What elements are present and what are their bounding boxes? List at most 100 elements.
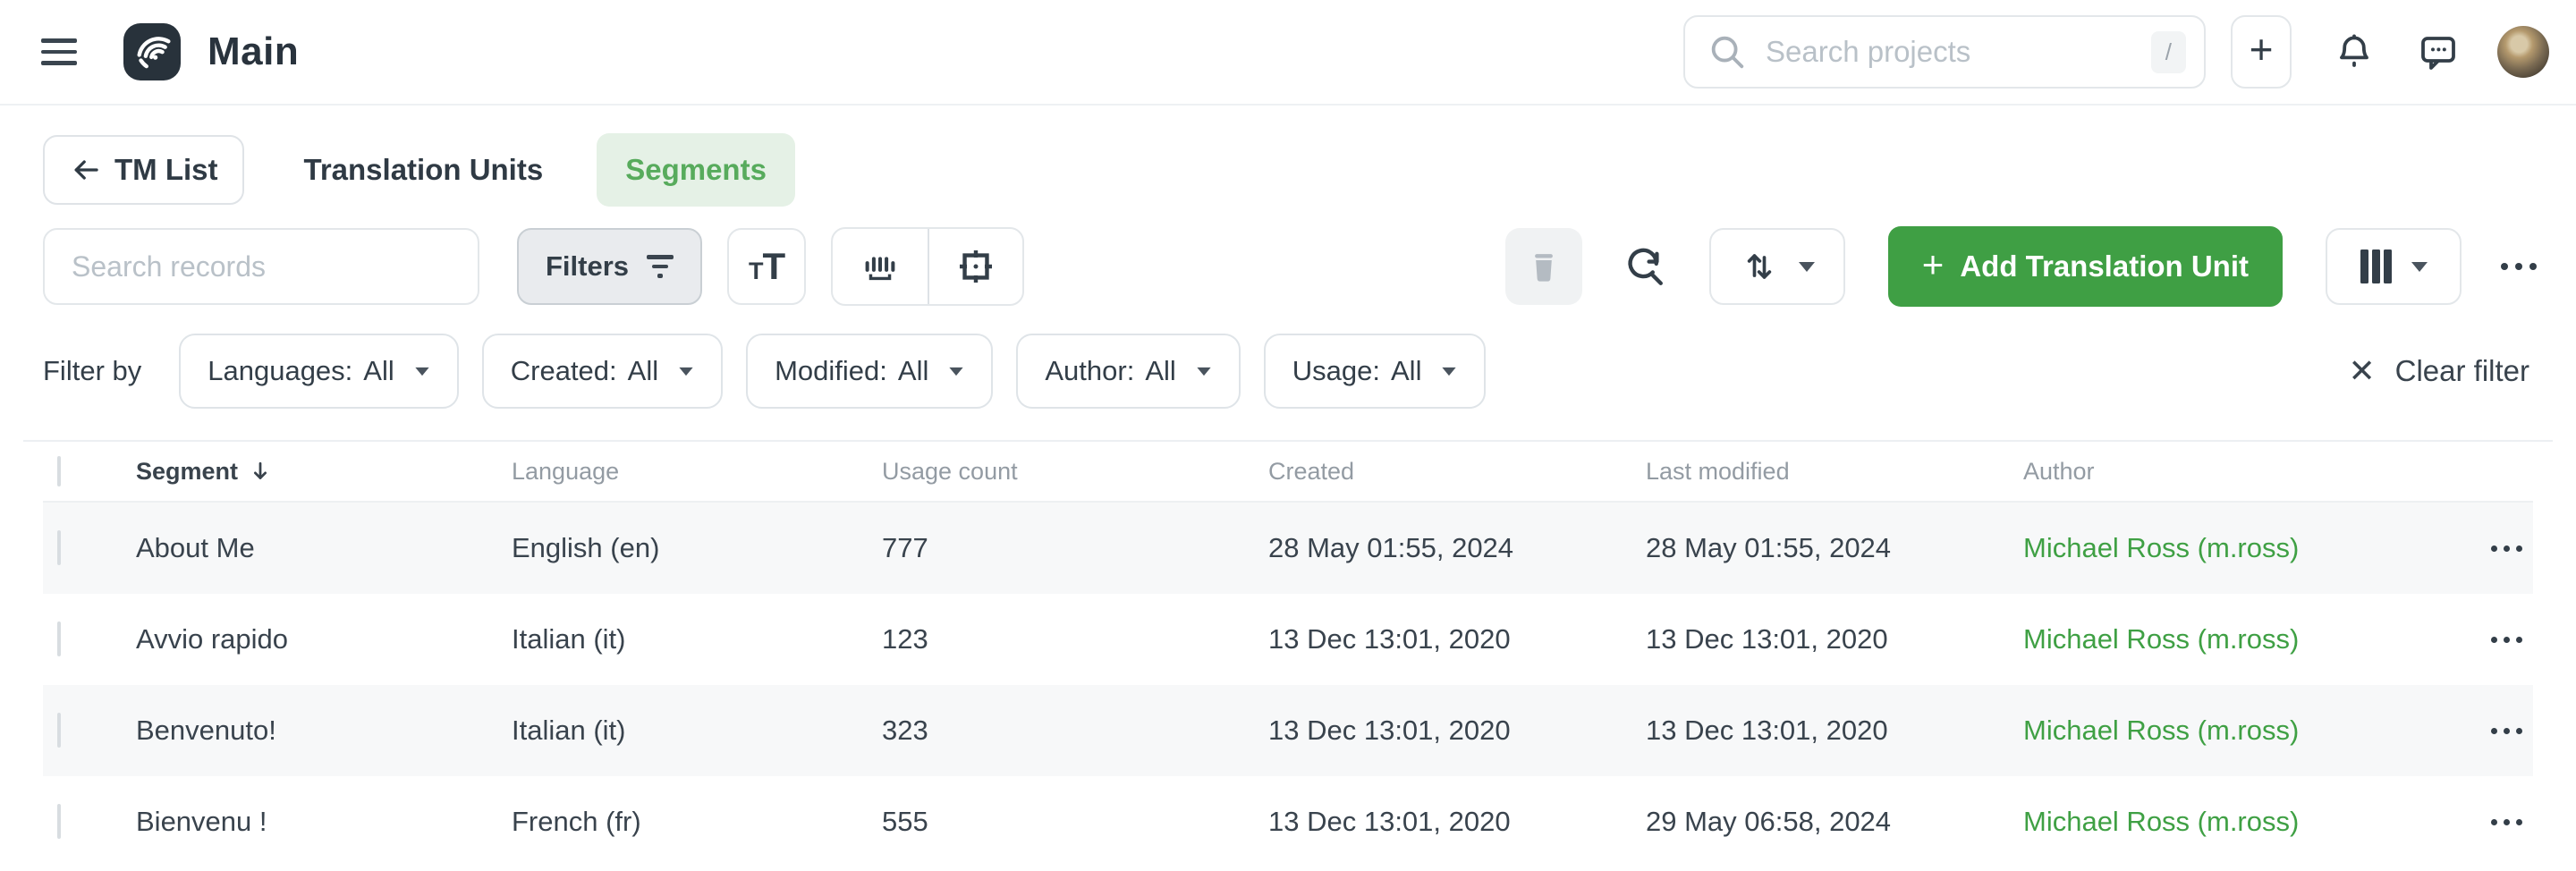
filter-name: Created: — [511, 355, 617, 387]
filter-value: All — [363, 355, 394, 387]
clear-filter-button[interactable]: ✕ Clear filter — [2348, 354, 2529, 388]
table-body: About Me English (en) 777 28 May 01:55, … — [0, 503, 2576, 867]
filter-value: All — [1391, 355, 1421, 387]
user-avatar[interactable] — [2497, 26, 2549, 78]
columns-button[interactable] — [2326, 228, 2462, 305]
table-row[interactable]: About Me English (en) 777 28 May 01:55, … — [43, 503, 2533, 594]
add-translation-unit-label: Add Translation Unit — [1960, 249, 2249, 283]
logo-shell-icon — [132, 32, 172, 72]
row-checkbox[interactable] — [57, 530, 61, 565]
view-options-group — [831, 227, 1024, 306]
more-actions-button[interactable] — [2501, 263, 2537, 270]
back-label: TM List — [114, 153, 217, 187]
column-header-last-modified[interactable]: Last modified — [1646, 458, 2023, 486]
cell-last-modified: 13 Dec 13:01, 2020 — [1646, 623, 2023, 655]
row-checkbox[interactable] — [57, 804, 61, 839]
add-project-button[interactable]: + — [2231, 15, 2292, 89]
filter-created-dropdown[interactable]: Created: All — [482, 334, 723, 409]
cell-author-link[interactable]: Michael Ross (m.ross) — [2023, 532, 2415, 564]
table-row[interactable]: Benvenuto! Italian (it) 323 13 Dec 13:01… — [43, 685, 2533, 776]
tab-translation-units[interactable]: Translation Units — [303, 153, 543, 187]
arrow-left-icon — [70, 154, 102, 186]
delete-selected-button[interactable] — [1505, 228, 1582, 305]
page-title: Main — [208, 30, 299, 74]
filter-value: All — [1145, 355, 1175, 387]
cell-last-modified: 13 Dec 13:01, 2020 — [1646, 715, 2023, 747]
plus-icon: + — [2250, 29, 2274, 70]
cell-language: English (en) — [512, 532, 882, 564]
cell-author-link[interactable]: Michael Ross (m.ross) — [2023, 623, 2415, 655]
chat-icon — [2417, 30, 2460, 73]
topbar: Main Search projects / + — [0, 0, 2576, 106]
notifications-button[interactable] — [2333, 30, 2376, 73]
filter-name: Usage: — [1292, 355, 1380, 387]
chevron-down-icon — [1799, 262, 1815, 272]
table-row[interactable]: Avvio rapido Italian (it) 123 13 Dec 13:… — [43, 594, 2533, 685]
column-header-segment[interactable]: Segment — [136, 458, 512, 486]
tab-segments[interactable]: Segments — [597, 133, 795, 207]
placeholders-button[interactable] — [928, 229, 1022, 304]
focus-frame-icon — [955, 246, 996, 287]
row-more-actions-button[interactable] — [2491, 545, 2522, 552]
trash-icon — [1524, 247, 1563, 286]
row-checkbox[interactable] — [57, 713, 61, 748]
search-placeholder: Search projects — [1766, 35, 2151, 69]
ellipsis-icon — [2501, 263, 2537, 270]
cell-usage-count: 323 — [882, 715, 1268, 747]
show-invisibles-button[interactable] — [833, 229, 928, 304]
records-toolbar: Filters TT — [0, 206, 2576, 306]
cell-usage-count: 123 — [882, 623, 1268, 655]
text-case-button[interactable]: TT — [727, 228, 806, 305]
chevron-down-icon — [950, 367, 963, 375]
column-header-language[interactable]: Language — [512, 458, 882, 486]
filter-value: All — [628, 355, 658, 387]
select-all-checkbox[interactable] — [57, 456, 61, 486]
back-to-tm-list-button[interactable]: TM List — [43, 135, 244, 205]
cell-created: 13 Dec 13:01, 2020 — [1268, 806, 1646, 838]
row-more-actions-button[interactable] — [2491, 637, 2522, 643]
sort-desc-icon — [247, 458, 274, 485]
column-header-author[interactable]: Author — [2023, 458, 2415, 486]
columns-icon — [2360, 249, 2392, 283]
row-checkbox[interactable] — [57, 622, 61, 656]
cell-author-link[interactable]: Michael Ross (m.ross) — [2023, 806, 2415, 838]
filter-languages-dropdown[interactable]: Languages: All — [179, 334, 459, 409]
cell-language: French (fr) — [512, 806, 882, 838]
chevron-down-icon — [415, 367, 428, 375]
table-row[interactable]: Bienvenu ! French (fr) 555 13 Dec 13:01,… — [43, 776, 2533, 867]
filters-button[interactable]: Filters — [517, 228, 702, 305]
replace-icon — [1622, 244, 1666, 289]
cell-segment: Bienvenu ! — [136, 806, 512, 838]
search-records-input[interactable] — [43, 228, 479, 305]
filter-bar: Filter by Languages: All Created: All Mo… — [0, 306, 2576, 410]
cell-segment: Avvio rapido — [136, 623, 512, 655]
sort-button[interactable] — [1709, 228, 1845, 305]
column-header-usage-count[interactable]: Usage count — [882, 458, 1268, 486]
segments-table: Segment Language Usage count Created Las… — [0, 440, 2576, 867]
filter-value: All — [898, 355, 928, 387]
search-projects-input[interactable]: Search projects / — [1683, 15, 2206, 89]
filter-name: Modified: — [775, 355, 887, 387]
row-more-actions-button[interactable] — [2491, 819, 2522, 825]
barcode-icon — [860, 246, 901, 287]
add-translation-unit-button[interactable]: + Add Translation Unit — [1888, 226, 2283, 307]
cell-author-link[interactable]: Michael Ross (m.ross) — [2023, 715, 2415, 747]
filter-author-dropdown[interactable]: Author: All — [1016, 334, 1240, 409]
filter-name: Languages: — [208, 355, 352, 387]
menu-icon[interactable] — [41, 31, 82, 72]
app-logo[interactable] — [123, 23, 181, 80]
close-icon: ✕ — [2348, 355, 2375, 387]
column-header-created[interactable]: Created — [1268, 458, 1646, 486]
row-more-actions-button[interactable] — [2491, 728, 2522, 734]
filter-modified-dropdown[interactable]: Modified: All — [746, 334, 993, 409]
chevron-down-icon — [2411, 262, 2428, 272]
sort-arrows-icon — [1740, 247, 1779, 286]
feedback-button[interactable] — [2417, 30, 2460, 73]
filter-lines-icon — [647, 255, 674, 278]
search-replace-button[interactable] — [1622, 244, 1666, 289]
plus-icon: + — [1922, 265, 1945, 268]
cell-last-modified: 29 May 06:58, 2024 — [1646, 806, 2023, 838]
cell-segment: About Me — [136, 532, 512, 564]
filter-name: Author: — [1045, 355, 1134, 387]
filter-usage-dropdown[interactable]: Usage: All — [1264, 334, 1487, 409]
